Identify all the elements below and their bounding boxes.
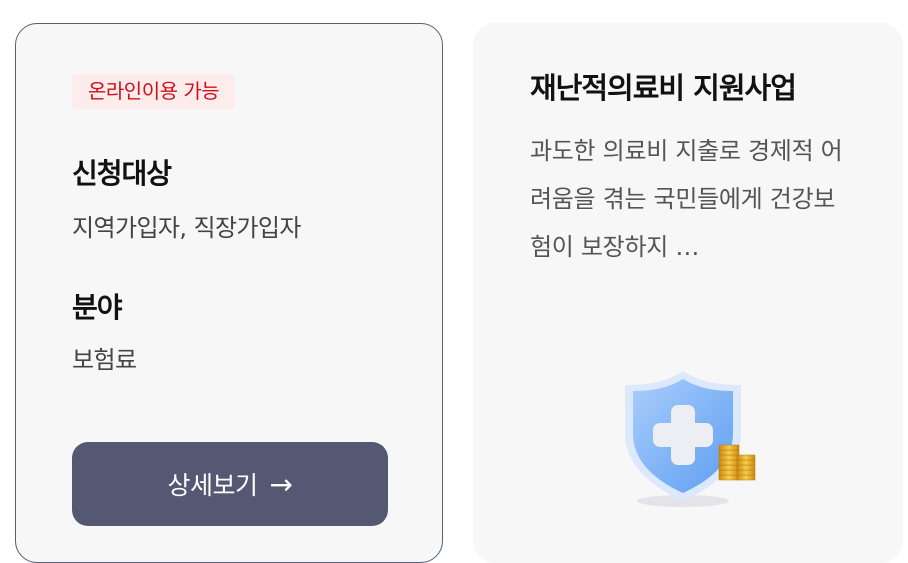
shield-cross-coins-icon xyxy=(625,371,756,507)
target-label: 신청대상 xyxy=(72,157,172,190)
service-card-catastrophic-medical[interactable]: 재난적의료비 지원사업 과도한 의료비 지출로 경제적 어려움을 겪는 국민들에… xyxy=(473,23,903,563)
card-description: 과도한 의료비 지출로 경제적 어려움을 겪는 국민들에게 건강보험이 보장하지… xyxy=(530,137,843,261)
service-card-online: 온라인이용 가능 신청대상 지역가입자, 직장가입자 분야 보험료 상세보기 → xyxy=(15,23,443,563)
field-label: 분야 xyxy=(72,291,123,324)
online-available-badge: 온라인이용 가능 xyxy=(72,74,236,109)
field-value: 보험료 xyxy=(72,346,137,374)
detail-button[interactable]: 상세보기 → xyxy=(72,442,388,526)
arrow-right-icon: → xyxy=(269,467,293,501)
target-value: 지역가입자, 직장가입자 xyxy=(72,214,301,242)
card-title: 재난적의료비 지원사업 xyxy=(530,71,797,105)
detail-button-label: 상세보기 xyxy=(167,471,259,500)
